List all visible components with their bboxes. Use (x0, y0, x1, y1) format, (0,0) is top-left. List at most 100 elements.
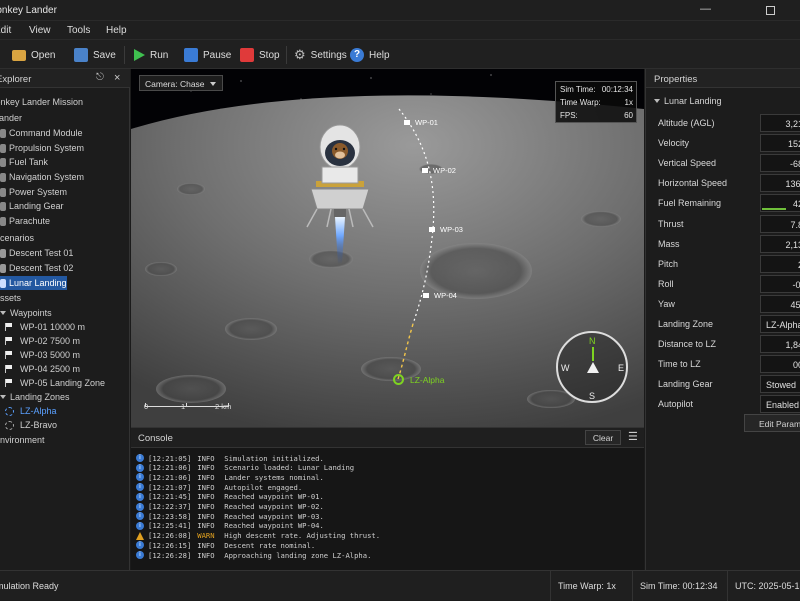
property-label: Fuel Remaining (658, 198, 722, 209)
property-field[interactable]: 2 (760, 254, 800, 273)
property-field[interactable]: -0. (760, 274, 800, 293)
stop-button[interactable]: Stop (240, 46, 280, 64)
property-field[interactable]: 2,13 (760, 234, 800, 253)
properties-section[interactable]: Lunar Landing (654, 96, 722, 106)
tree-scenario-item-selected[interactable]: Lunar Landing (0, 276, 67, 290)
waypoint-row[interactable]: WP-02 7500 m (0, 334, 130, 348)
chevron-down-icon (654, 99, 660, 103)
property-field[interactable]: 00 (760, 355, 800, 374)
tree-lander-item[interactable]: Fuel Tank (0, 155, 130, 169)
property-row: Distance to LZ 1,84 (646, 334, 800, 354)
property-field[interactable]: 45. (760, 294, 800, 313)
tree-mission[interactable]: Monkey Lander Mission (0, 95, 130, 109)
menu-view[interactable]: View (29, 25, 51, 36)
tree-lander-item[interactable]: Command Module (0, 126, 130, 140)
toolbar: Open Save Run Pause Stop ⚙ Settings ? He… (0, 39, 800, 69)
save-button[interactable]: Save (74, 46, 116, 64)
landing-gear-icon (0, 201, 6, 211)
target-icon (5, 406, 14, 416)
properties-header: Properties (646, 69, 800, 88)
sim-time-value: 00:12:34 (601, 85, 633, 94)
waypoint-row[interactable]: WP-01 10000 m (0, 320, 130, 334)
tree-lander[interactable]: Lander (0, 111, 130, 125)
log-line: i [12:26:28] INFO Approaching landing zone … (136, 550, 371, 560)
chevron-down-icon (0, 311, 6, 315)
minimize-icon[interactable]: — (700, 3, 711, 15)
document-icon (0, 278, 6, 288)
waypoint-row[interactable]: WP-04 2500 m (0, 362, 130, 376)
tree-lander-item[interactable]: Parachute (0, 214, 130, 228)
folder-icon (12, 49, 26, 61)
property-field[interactable]: -68 (760, 154, 800, 173)
waypoint-row[interactable]: WP-05 Landing Zone (0, 376, 130, 390)
lz-row[interactable]: LZ-Alpha (0, 404, 130, 418)
maximize-icon[interactable] (766, 6, 775, 15)
waypoint-marker[interactable]: WP-01 (404, 118, 438, 127)
waypoint-marker[interactable]: WP-04 (423, 291, 457, 300)
tree-environment[interactable]: Environment (0, 433, 130, 447)
chevron-down-icon (210, 82, 216, 86)
tree-lander-item[interactable]: Landing Gear (0, 199, 130, 213)
property-row: Fuel Remaining 42 (646, 193, 800, 213)
property-row: Horizontal Speed 136. (646, 173, 800, 193)
help-button[interactable]: ? Help (350, 46, 390, 64)
menu-tools[interactable]: Tools (67, 25, 90, 36)
property-label: Distance to LZ (658, 339, 717, 350)
property-field[interactable]: 3,21 (760, 114, 800, 132)
property-label: Altitude (AGL) (658, 118, 715, 128)
menu-edit[interactable]: Edit (0, 25, 11, 36)
pin-icon[interactable]: ⎋ (96, 72, 104, 83)
info-icon: i (136, 483, 144, 492)
property-select[interactable]: LZ-Alpha (760, 315, 800, 333)
property-select[interactable]: Stowed (760, 375, 800, 394)
clear-button[interactable]: Clear (585, 430, 621, 445)
lz-marker[interactable]: LZ-Alpha (393, 374, 445, 385)
tree-lander-item[interactable]: Navigation System (0, 170, 130, 184)
module-icon (0, 128, 6, 138)
explorer-header: Explorer ⎋ × (0, 69, 130, 88)
property-field[interactable]: 7.8 (760, 214, 800, 233)
settings-button[interactable]: ⚙ Settings (294, 46, 347, 64)
pause-button[interactable]: Pause (184, 46, 231, 64)
flag-icon (5, 365, 14, 373)
edit-parameters-button[interactable]: Edit Parameters (744, 414, 800, 432)
tree-assets[interactable]: Assets (0, 291, 130, 305)
console-panel: Console Clear ☰ i [12:21:05] INFO Simulatio… (131, 427, 644, 570)
waypoint-row[interactable]: WP-03 5000 m (0, 348, 130, 362)
tree-scenarios[interactable]: Scenarios (0, 231, 130, 245)
title-bar: Monkey Lander — (0, 0, 800, 21)
property-field[interactable]: 136. (760, 174, 800, 193)
tree-scenario-item[interactable]: Descent Test 02 (0, 261, 130, 275)
info-icon: i (136, 473, 144, 482)
property-select[interactable]: Enabled (760, 395, 800, 414)
tree-lander-item[interactable]: Power System (0, 185, 130, 199)
tree-scenario-item[interactable]: Descent Test 01 (0, 246, 130, 260)
tree-waypoints[interactable]: Waypoints (0, 306, 130, 320)
camera-select[interactable]: Camera: Chase (139, 75, 223, 91)
document-icon (0, 263, 6, 273)
3d-viewport[interactable]: Camera: Chase Sim Time: 00:12:34 Time Wa… (131, 69, 644, 427)
sim-info-overlay: Sim Time: 00:12:34 Time Warp: 1x FPS: 60 (555, 81, 637, 123)
property-row: Mass 2,13 (646, 234, 800, 254)
tree-lander-item[interactable]: Propulsion System (0, 141, 130, 155)
waypoint-marker[interactable]: WP-03 (429, 225, 463, 234)
info-icon: i (136, 521, 144, 530)
lz-row[interactable]: LZ-Bravo (0, 418, 130, 432)
open-button[interactable]: Open (12, 46, 55, 64)
close-icon[interactable]: × (114, 72, 120, 84)
menu-icon[interactable]: ☰ (628, 430, 638, 443)
navigation-icon (0, 172, 6, 182)
property-field[interactable]: 42 (760, 194, 800, 213)
log-line: i [12:21:06] INFO Scenario loaded: Lunar La… (136, 463, 354, 473)
run-button[interactable]: Run (134, 46, 168, 64)
scale-label: 0 (144, 402, 149, 411)
compass[interactable]: N E S W (556, 331, 628, 403)
property-label: Roll (658, 278, 674, 289)
tree-landing-zones[interactable]: Landing Zones (0, 390, 130, 404)
log-line: i [12:26:15] INFO Descent rate nominal. (136, 540, 315, 550)
stop-icon (240, 48, 254, 62)
waypoint-marker[interactable]: WP-02 (422, 166, 456, 175)
menu-help[interactable]: Help (106, 25, 127, 36)
property-field[interactable]: 152 (760, 134, 800, 153)
property-field[interactable]: 1,84 (760, 335, 800, 354)
